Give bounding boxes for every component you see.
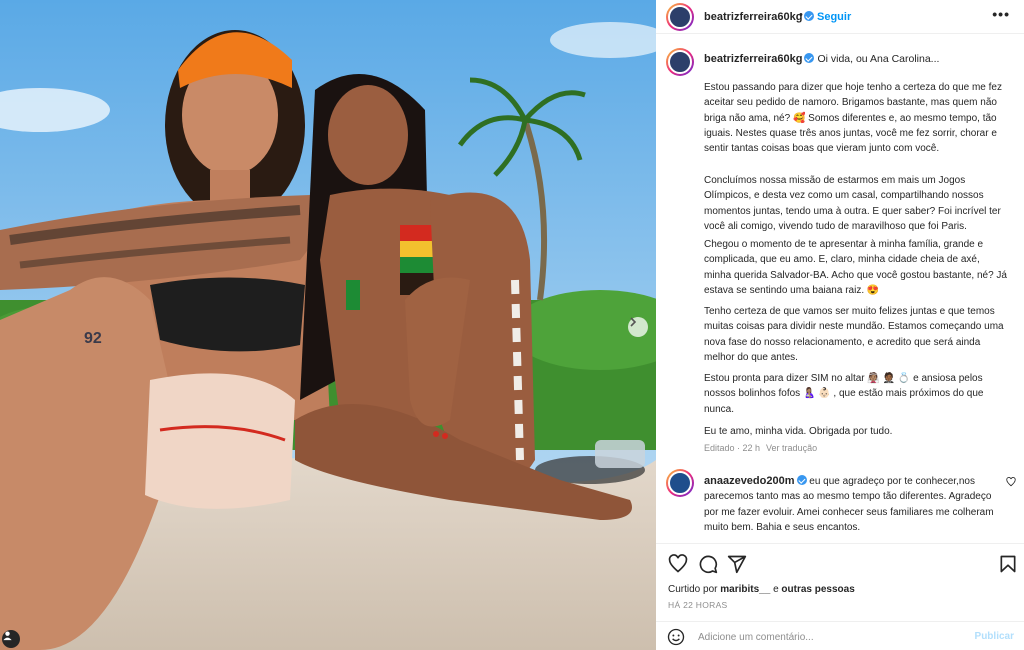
caption-paragraph-4: Tenho certeza de que vamos ser muito fel…	[704, 306, 1004, 363]
commenter-avatar[interactable]	[666, 469, 694, 497]
verified-badge-icon	[804, 11, 815, 21]
post-header: beatrizferreira60kg • Seguir •••	[656, 0, 1024, 34]
tag-user-icon	[3, 631, 12, 641]
author-avatar[interactable]	[666, 3, 694, 31]
post-actions-bar	[656, 543, 1024, 581]
heart-icon[interactable]	[668, 554, 688, 574]
tagged-users-button[interactable]	[2, 630, 20, 648]
edited-label: Editado · 22 h	[704, 443, 761, 453]
verified-badge-icon	[804, 53, 815, 63]
separator-dot: •	[799, 9, 803, 21]
caption-paragraph-3: Chegou o momento de te apresentar à minh…	[704, 239, 1007, 296]
comment-like-heart-icon[interactable]	[1006, 477, 1016, 487]
verified-badge-icon	[796, 475, 807, 485]
comment-icon[interactable]	[698, 554, 718, 574]
liked-by-others-link[interactable]: outras pessoas	[781, 584, 854, 595]
publish-button[interactable]: Publicar	[975, 631, 1014, 642]
liked-by-user-link[interactable]: maribits__	[720, 584, 770, 595]
caption-header: beatrizferreira60kg Oi vida, ou Ana Carol…	[704, 53, 939, 65]
caption-author-avatar[interactable]	[666, 48, 694, 76]
post-photo[interactable]: 92	[0, 0, 656, 650]
comment-input[interactable]	[696, 628, 956, 646]
post-timestamp[interactable]: HÁ 22 HORAS	[668, 600, 728, 610]
likes-summary: Curtido por maribits__ e outras pessoas	[668, 584, 855, 595]
author-username[interactable]: beatrizferreira60kg	[704, 11, 815, 23]
caption-intro: Oi vida, ou Ana Carolina...	[817, 53, 940, 65]
comments-scroll-area[interactable]: beatrizferreira60kg Oi vida, ou Ana Carol…	[656, 35, 1024, 543]
comment-item: anaazevedo200m eu que agradeço por te co…	[704, 474, 994, 535]
follow-button[interactable]: Seguir	[817, 11, 851, 23]
next-image-button[interactable]	[628, 317, 648, 337]
add-comment-bar: Publicar	[656, 621, 1024, 650]
bookmark-icon[interactable]	[998, 554, 1018, 574]
chevron-right-icon	[630, 317, 637, 327]
more-options-button[interactable]: •••	[992, 6, 1010, 22]
beach-photo-illustration: 92	[0, 0, 656, 650]
caption-paragraph-6: Eu te amo, minha vida. Obrigada por tudo…	[704, 426, 893, 437]
commenter-username[interactable]: anaazevedo200m	[704, 475, 807, 487]
caption-paragraph-1: Estou passando para dizer que hoje tenho…	[704, 82, 1002, 155]
caption-paragraph-5: Estou pronta para dizer SIM no altar 👰🏽 …	[704, 373, 984, 415]
share-icon[interactable]	[727, 554, 747, 574]
see-translation-link[interactable]: Ver tradução	[766, 443, 817, 453]
leg-tattoo-text: 92	[84, 330, 102, 347]
caption-username[interactable]: beatrizferreira60kg	[704, 53, 815, 65]
caption-meta: Editado · 22 h Ver tradução	[704, 443, 817, 453]
emoji-icon[interactable]	[667, 628, 685, 646]
post-side-panel: beatrizferreira60kg • Seguir ••• beatriz…	[656, 0, 1024, 650]
caption-paragraph-2: Concluímos nossa missão de estarmos em m…	[704, 175, 1001, 232]
